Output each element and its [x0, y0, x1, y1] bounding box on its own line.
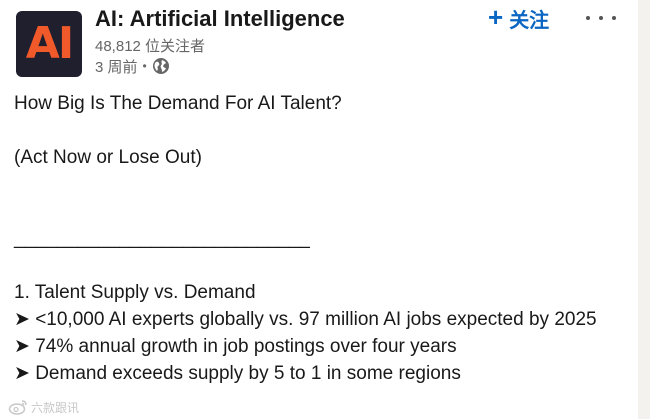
- bullet-item: ➤ <10,000 AI experts globally vs. 97 mil…: [14, 309, 597, 330]
- ellipsis-icon-dot: [612, 16, 616, 20]
- bullet-item: ➤ Demand exceeds supply by 5 to 1 in som…: [14, 363, 461, 384]
- author-logo[interactable]: AI: [16, 11, 82, 77]
- post-time: 3 周前: [95, 58, 138, 76]
- feed-gutter: [638, 0, 650, 419]
- post-divider: ____________________________: [14, 228, 310, 249]
- section-heading: 1. Talent Supply vs. Demand: [14, 282, 256, 303]
- watermark-text: 六款跟讯: [31, 400, 80, 415]
- plus-icon: +: [488, 2, 504, 32]
- globe-icon: [152, 57, 170, 75]
- follower-count: 48,812 位关注者: [95, 38, 206, 55]
- post-meta: 3 周前 •: [95, 56, 170, 76]
- post-title: How Big Is The Demand For AI Talent?: [14, 93, 342, 114]
- bullet-item: ➤ 74% annual growth in job postings over…: [14, 336, 457, 357]
- author-logo-text: AI: [25, 18, 74, 69]
- post-body: How Big Is The Demand For AI Talent? (Ac…: [14, 90, 629, 387]
- follow-button[interactable]: + 关注: [488, 4, 549, 32]
- more-options-button[interactable]: [586, 6, 616, 30]
- post-subtitle: (Act Now or Lose Out): [14, 147, 202, 168]
- weibo-icon: [8, 399, 28, 415]
- ellipsis-icon: [586, 16, 590, 20]
- post-card: AI AI: Artificial Intelligence 48,812 位关…: [0, 0, 638, 419]
- watermark: 六款跟讯: [8, 398, 79, 416]
- author-name[interactable]: AI: Artificial Intelligence: [95, 6, 345, 32]
- follow-label: 关注: [509, 9, 550, 32]
- ellipsis-icon-dot: [599, 16, 603, 20]
- meta-separator: •: [142, 59, 147, 73]
